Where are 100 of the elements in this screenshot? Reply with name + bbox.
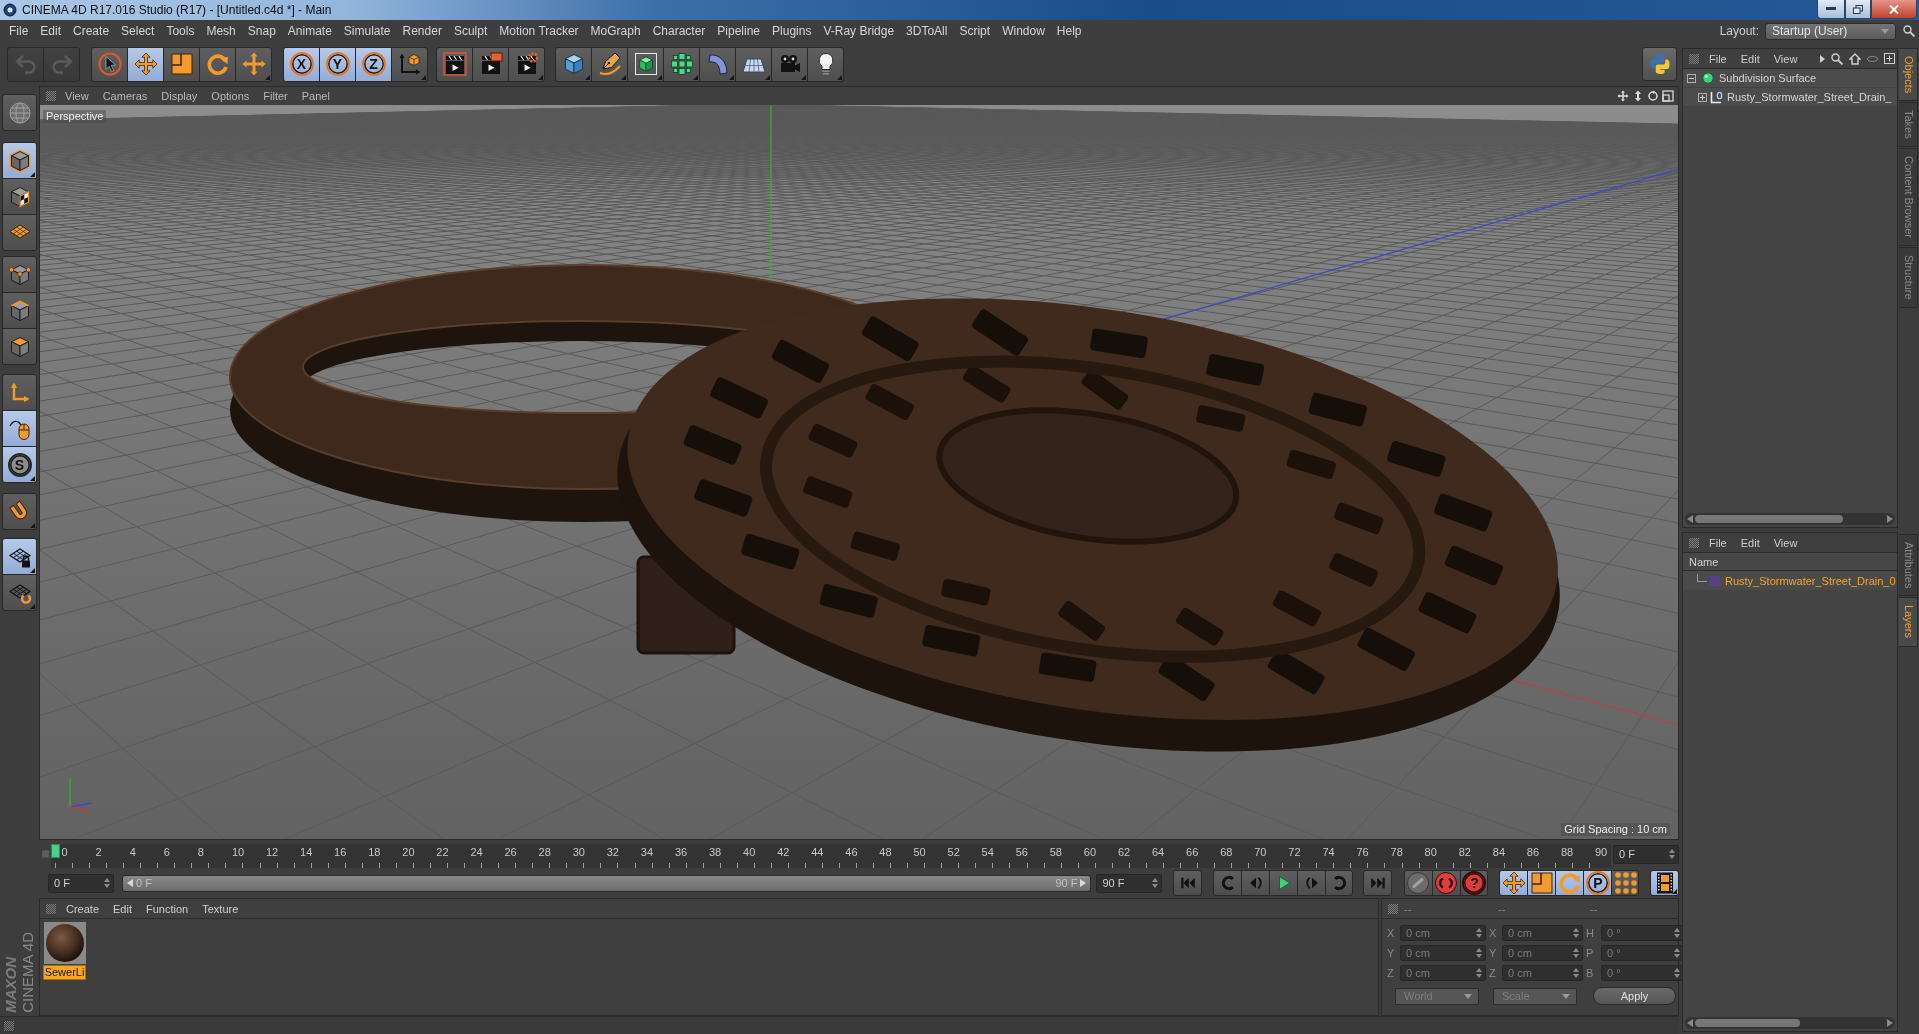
add-box-icon[interactable]: [1884, 53, 1895, 64]
go-to-start-button[interactable]: [1174, 871, 1202, 895]
panel-menu-item[interactable]: Edit: [1733, 52, 1767, 65]
menu-item[interactable]: Help: [1050, 24, 1088, 38]
panel-menu-item[interactable]: Function: [139, 902, 196, 915]
material-name[interactable]: SewerLi: [42, 965, 87, 980]
collapse-box-icon[interactable]: [1687, 73, 1696, 83]
rotate-tool-button[interactable]: [200, 47, 235, 81]
layer-row[interactable]: Rusty_Stormwater_Street_Drain_0: [1683, 571, 1897, 590]
workplane-mode-button[interactable]: [3, 215, 36, 250]
axis-lock-button[interactable]: Z: [356, 47, 391, 81]
scale-key-button[interactable]: [1528, 871, 1556, 895]
panel-menu-item[interactable]: Edit: [106, 902, 139, 915]
horizontal-scrollbar[interactable]: [1685, 513, 1895, 525]
panel-tab[interactable]: Objects: [1899, 48, 1918, 102]
menu-item[interactable]: Select: [115, 24, 161, 38]
object-row[interactable]: Rusty_Stormwater_Street_Drain_: [1683, 88, 1897, 107]
home-icon[interactable]: [1849, 52, 1861, 65]
panel-menu-item[interactable]: Edit: [1733, 536, 1767, 549]
orbit-icon[interactable]: [1647, 90, 1659, 102]
panel-menu-item[interactable]: File: [1702, 536, 1734, 549]
viewport-menu-item[interactable]: Options: [204, 90, 257, 102]
subdivision-surface-button[interactable]: [628, 47, 663, 81]
panel-tab[interactable]: Structure: [1899, 247, 1918, 308]
viewport-menu-item[interactable]: Panel: [294, 90, 337, 102]
menu-item[interactable]: Sculpt: [447, 24, 494, 38]
panel-tab[interactable]: Content Browser: [1899, 148, 1918, 246]
end-frame-field[interactable]: 90 F: [1096, 873, 1163, 893]
floor-object-button[interactable]: [736, 47, 771, 81]
scrollbar-thumb[interactable]: [1695, 1019, 1800, 1027]
menu-item[interactable]: Character: [646, 24, 712, 38]
axis-lock-button[interactable]: X: [284, 47, 319, 81]
menu-item[interactable]: Simulate: [337, 24, 397, 38]
cloner-button[interactable]: [664, 47, 699, 81]
menu-item[interactable]: File: [3, 24, 35, 38]
material-preview[interactable]: [43, 922, 86, 964]
model-mode-button[interactable]: [3, 143, 36, 178]
play-button[interactable]: [1270, 871, 1298, 895]
oval-icon[interactable]: [1867, 55, 1878, 62]
menu-item[interactable]: Script: [953, 24, 997, 38]
tweak-mode-button[interactable]: [3, 411, 36, 446]
render-picture-button[interactable]: [473, 47, 508, 81]
layout-dropdown[interactable]: Startup (User): [1765, 22, 1896, 40]
viewport-menu-item[interactable]: Display: [154, 90, 205, 102]
panel-menu-item[interactable]: Texture: [195, 902, 246, 915]
playhead-marker[interactable]: [51, 844, 60, 858]
points-mode-button[interactable]: [3, 257, 36, 292]
start-frame-field[interactable]: 0 F: [48, 873, 114, 893]
coordinate-system-button[interactable]: [392, 47, 427, 81]
menu-item[interactable]: Edit: [34, 24, 68, 38]
render-view-button[interactable]: [437, 47, 472, 81]
previous-key-button[interactable]: [1214, 871, 1242, 895]
menu-item[interactable]: Tools: [160, 24, 201, 38]
parameter-key-button[interactable]: P: [1584, 871, 1612, 895]
viewport-menu-item[interactable]: Cameras: [95, 90, 155, 102]
menu-item[interactable]: Create: [67, 24, 116, 38]
menu-item[interactable]: Render: [396, 24, 448, 38]
snap-button[interactable]: S: [3, 447, 36, 482]
move-cross-icon[interactable]: [1617, 90, 1629, 102]
position-key-button[interactable]: [1500, 871, 1528, 895]
cube-object-button[interactable]: [556, 47, 591, 81]
minimize-button[interactable]: [1817, 0, 1845, 19]
viewport-menu-item[interactable]: Filter: [256, 90, 295, 102]
viewport-canvas[interactable]: Perspective Grid Spacing : 10 cm: [40, 105, 1678, 839]
scale-tool-button[interactable]: [164, 47, 199, 81]
key-help-button[interactable]: ?: [1460, 871, 1488, 895]
texture-mode-button[interactable]: [3, 179, 36, 214]
timeline-button[interactable]: [1651, 871, 1679, 895]
up-down-arrow-icon[interactable]: [1632, 90, 1644, 102]
object-row[interactable]: Subdivision Surface: [1683, 69, 1897, 88]
magnet-button[interactable]: [3, 494, 36, 529]
axis-lock-button[interactable]: Y: [320, 47, 355, 81]
panel-tab[interactable]: Layers: [1899, 597, 1918, 647]
go-to-end-button[interactable]: [1364, 871, 1391, 895]
panel-menu-item[interactable]: View: [1766, 52, 1805, 65]
restore-button[interactable]: [1845, 0, 1871, 19]
panel-menu-item[interactable]: View: [1766, 536, 1805, 549]
right-triangle-icon[interactable]: [1820, 54, 1825, 63]
point-level-key-button[interactable]: [1612, 871, 1639, 895]
search-icon[interactable]: [1903, 25, 1915, 37]
menu-item[interactable]: MoGraph: [584, 24, 647, 38]
panel-tab[interactable]: Attributes: [1899, 534, 1918, 597]
next-key-button[interactable]: [1326, 871, 1353, 895]
current-frame-field[interactable]: 0 F: [1613, 844, 1679, 864]
timeline-ruler[interactable]: 0 2 4 6 8 10 12 14 16 18 20 22 24 26 28 30 32 34 36 38 40 42 44 46 48 50 52 54 56 58 60 62 64 66 68 70 72 74 76 78 80 82 84 86 88 90: [51, 844, 1611, 868]
live-selection-button[interactable]: [92, 47, 127, 81]
menu-item[interactable]: Animate: [281, 24, 338, 38]
menu-item[interactable]: Snap: [241, 24, 282, 38]
light-object-button[interactable]: [808, 47, 843, 81]
locked-workplane-button[interactable]: [3, 539, 36, 574]
menu-item[interactable]: Window: [996, 24, 1051, 38]
axis-mode-button[interactable]: [3, 375, 36, 410]
planar-workplane-button[interactable]: [3, 575, 36, 610]
panel-menu-item[interactable]: Create: [59, 902, 107, 915]
menu-item[interactable]: Motion Tracker: [493, 24, 585, 38]
menu-item[interactable]: Plugins: [766, 24, 818, 38]
pen-spline-button[interactable]: [592, 47, 627, 81]
search-icon[interactable]: [1831, 52, 1843, 65]
make-editable-button[interactable]: [3, 95, 36, 130]
rotation-key-button[interactable]: [1556, 871, 1584, 895]
